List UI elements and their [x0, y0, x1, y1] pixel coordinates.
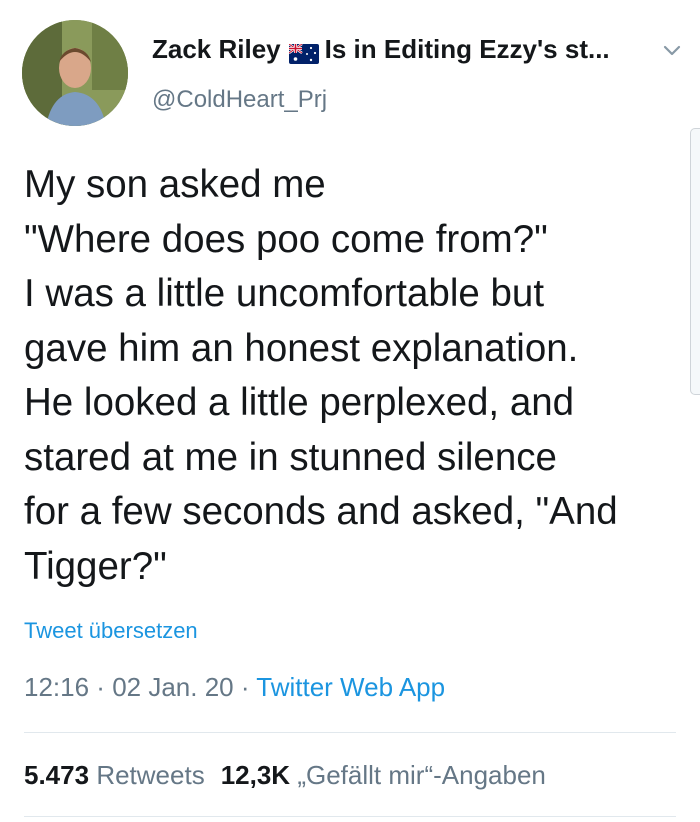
display-name-line[interactable]: Zack Riley Is in Editing Ezzy's st... — [152, 34, 642, 65]
retweets-count: 5.473 — [24, 760, 90, 790]
display-name-suffix: Is in Editing Ezzy's st... — [324, 34, 610, 64]
retweets-label: Retweets — [96, 760, 205, 790]
scrollbar[interactable] — [690, 128, 700, 395]
likes-count: 12,3K — [220, 760, 291, 790]
avatar[interactable] — [22, 20, 128, 126]
tweet-meta: 12:16 · 02 Jan. 20 · Twitter Web App — [24, 672, 445, 703]
tweet-date[interactable]: 02 Jan. 20 — [112, 672, 233, 702]
tweet-line: I was a little uncomfortable but — [24, 272, 545, 315]
tweet-stats: 5.473 Retweets 12,3K „Gefällt mir“-Angabe… — [24, 760, 546, 791]
tweet-line: Tigger?" — [24, 544, 167, 588]
meta-separator: · — [89, 672, 113, 702]
source-app-link[interactable]: Twitter Web App — [256, 672, 445, 702]
likes-stat[interactable]: 12,3K „Gefällt mir“-Angaben — [221, 760, 546, 790]
australia-flag-icon — [287, 40, 319, 64]
tweet-time[interactable]: 12:16 — [24, 672, 89, 702]
divider — [24, 732, 676, 733]
chevron-down-icon[interactable] — [660, 38, 684, 62]
tweet-line: for a few seconds and asked, "And — [24, 490, 618, 533]
tweet-line: He looked a little perplexed, and — [24, 381, 575, 424]
retweets-stat[interactable]: 5.473 Retweets — [24, 760, 205, 790]
tweet-line: My son asked me — [24, 163, 326, 206]
tweet-line: stared at me in stunned silence — [24, 435, 557, 479]
meta-separator: · — [233, 672, 257, 702]
user-handle[interactable]: @ColdHeart_Prj — [152, 86, 327, 114]
tweet-line: "Where does poo come from?" — [24, 217, 548, 261]
tweet-line: gave him an honest explanation. — [24, 326, 579, 370]
tweet-header: Zack Riley Is in Editing Ezzy's st... @C… — [0, 0, 700, 140]
tweet-text: My son asked me "Where does poo come fro… — [24, 158, 684, 594]
display-name[interactable]: Zack Riley — [152, 34, 281, 65]
translate-tweet-link[interactable]: Tweet übersetzen — [24, 618, 198, 644]
likes-label: „Gefällt mir“-Angaben — [297, 760, 546, 790]
divider — [24, 816, 676, 817]
